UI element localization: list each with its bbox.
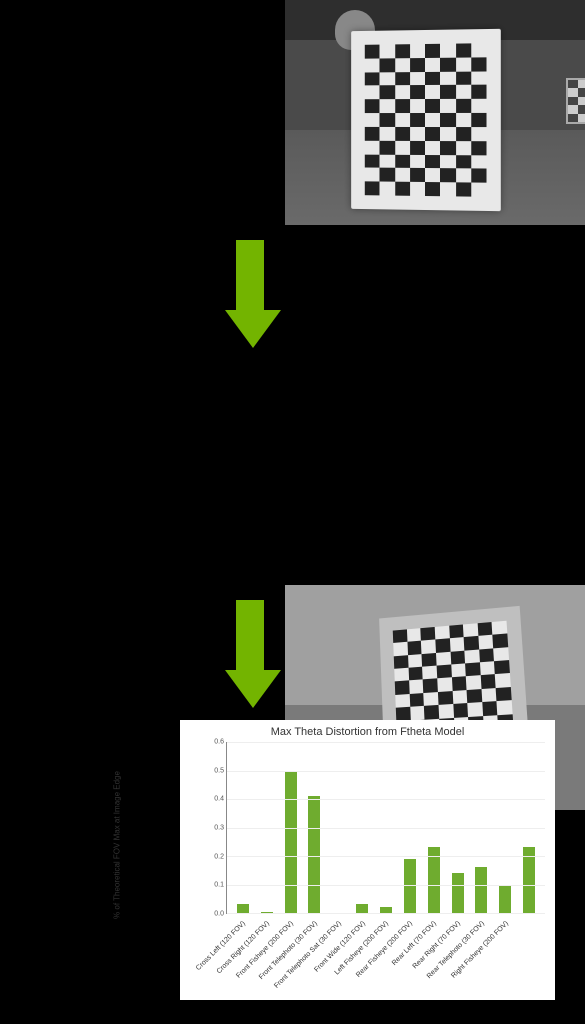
chart-bar [428,847,440,913]
chart-bar [452,873,464,913]
chart-x-ticks: Cross Left (120 FOV)Cross Right (120 FOV… [226,916,545,1000]
chart-y-ticks: 0.00.10.20.30.40.50.6 [210,742,224,914]
calibration-board-real [351,29,501,211]
chart-bar [475,867,487,913]
chart-bar [237,904,249,913]
chart-bar [285,771,297,914]
chart-bar [404,859,416,913]
y-tick-label: 0.2 [208,853,224,860]
chart-bar [308,796,320,913]
y-tick-label: 0.4 [208,796,224,803]
down-arrow-icon [225,600,275,708]
y-tick-label: 0.6 [208,739,224,746]
y-tick-label: 0.1 [208,882,224,889]
down-arrow-icon [225,240,275,348]
chart-title: Max Theta Distortion from Ftheta Model [180,726,555,738]
y-tick-label: 0.0 [208,911,224,918]
chart-bar [523,847,535,913]
distortion-chart: Max Theta Distortion from Ftheta Model %… [180,720,555,1000]
photo-checkerboard-real [285,0,585,225]
page-root: Max Theta Distortion from Ftheta Model %… [0,0,585,1024]
y-tick-label: 0.5 [208,767,224,774]
chart-bar [499,885,511,914]
chart-y-label: % of Theoretical FOV Max at Image Edge [113,770,122,920]
chart-bar [356,904,368,913]
y-tick-label: 0.3 [208,825,224,832]
chart-plot-area [226,742,545,914]
background-checker-small [566,78,585,124]
